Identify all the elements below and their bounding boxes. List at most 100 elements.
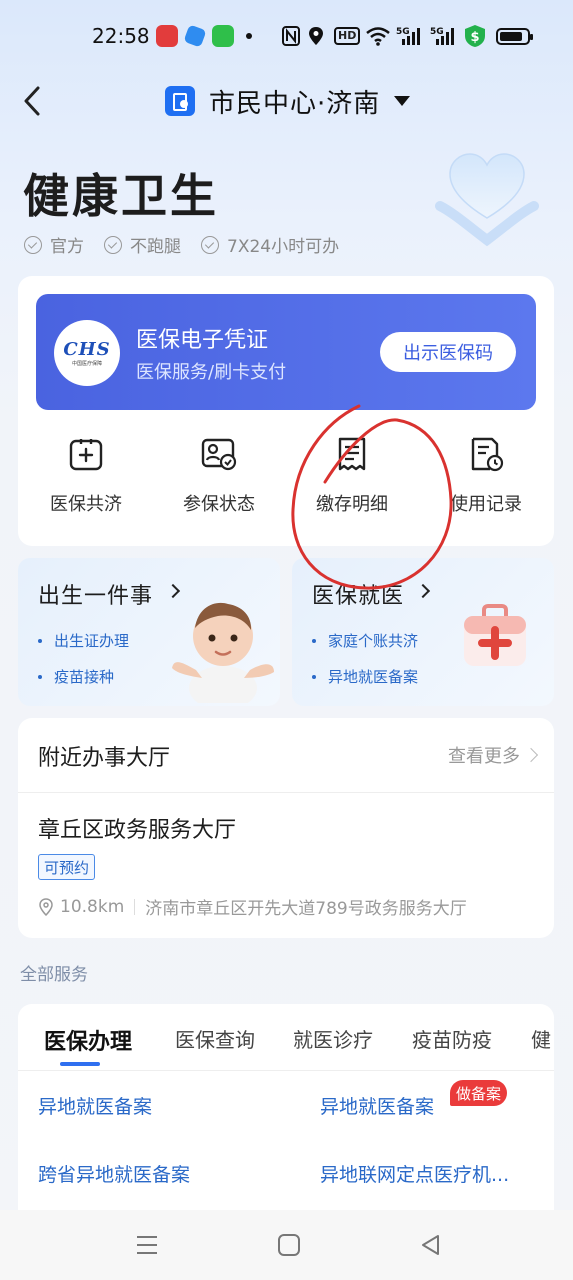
svg-text:5G: 5G	[396, 27, 410, 37]
status-time: 22:58	[92, 24, 150, 48]
promo-title: 出生一件事	[38, 584, 154, 609]
tag-no-trip: 不跑腿	[104, 232, 181, 257]
5g-signal-icon: 5G	[430, 24, 458, 48]
hall-address: 济南市章丘区开先大道789号政务服务大厅	[145, 899, 467, 919]
quick-actions: 医保共济 参保状态 缴存明细 使用记录	[18, 436, 554, 536]
heart-hands-illustration	[435, 153, 539, 247]
app-green-icon	[212, 24, 234, 48]
separator	[134, 898, 136, 915]
city-selector[interactable]: 市民中心·济南	[165, 82, 411, 120]
promo-link-birth-cert[interactable]: 出生证办理	[38, 630, 129, 651]
tab-medical-treatment[interactable]: 就医诊疗	[293, 1024, 373, 1053]
view-more-link[interactable]: 查看更多	[448, 742, 539, 768]
chevron-right-icon	[415, 583, 431, 599]
hall-name[interactable]: 章丘区政务服务大厅	[38, 812, 236, 844]
chevron-right-icon	[523, 747, 539, 763]
divider	[18, 792, 554, 793]
chs-logo: CHS 中国医疗保障	[54, 320, 120, 386]
wifi-icon	[366, 24, 390, 48]
quick-action-label: 使用记录	[450, 494, 522, 515]
tag-official: 官方	[24, 232, 84, 257]
chs-logo-sub: 中国医疗保障	[71, 361, 102, 367]
tag-24h: 7X24小时可办	[201, 232, 339, 257]
caret-down-icon	[394, 96, 411, 106]
service-item[interactable]: 异地联网定点医疗机...	[320, 1160, 509, 1187]
location-pin-icon	[39, 897, 53, 916]
section-title: 附近办事大厅	[38, 746, 171, 771]
chs-logo-text: CHS	[63, 339, 111, 360]
section-label-all-services: 全部服务	[20, 965, 88, 985]
divider	[18, 1070, 554, 1071]
quick-action-status[interactable]: 参保状态	[154, 436, 284, 516]
nearby-hall-card: 附近办事大厅 查看更多 章丘区政务服务大厅 可预约 10.8km 济南市章丘区开…	[18, 718, 554, 938]
page-title: 健康卫生	[23, 169, 219, 223]
tab-insurance-handling[interactable]: 医保办理	[44, 1024, 132, 1056]
nav-bar: 市民中心·济南	[0, 78, 573, 124]
document-clock-icon	[471, 437, 504, 472]
appointment-badge: 可预约	[38, 854, 96, 880]
banner-title: 医保电子凭证	[136, 328, 269, 353]
nfc-icon	[282, 24, 300, 48]
check-circle-icon	[104, 235, 122, 254]
check-circle-icon	[24, 235, 42, 254]
quick-action-label: 参保状态	[183, 494, 255, 515]
tab-vaccine[interactable]: 疫苗防疫	[412, 1024, 492, 1053]
quick-action-mutual-aid[interactable]: 医保共济	[21, 436, 151, 516]
check-circle-icon	[201, 235, 219, 254]
hd-label: HD	[334, 27, 361, 45]
status-bar: 22:58 HD 5G 5G $	[0, 0, 573, 72]
service-item[interactable]: 异地就医备案	[320, 1092, 434, 1119]
battery-icon	[496, 24, 533, 48]
feature-tags: 官方 不跑腿 7X24小时可办	[24, 232, 339, 257]
service-item[interactable]: 异地就医备案	[38, 1092, 152, 1119]
promo-link-vaccine[interactable]: 疫苗接种	[38, 666, 114, 687]
shield-dollar-icon: $	[464, 24, 486, 48]
tag-label: 7X24小时可办	[227, 237, 340, 257]
svg-text:$: $	[471, 30, 480, 45]
baby-image	[172, 602, 274, 703]
active-tab-indicator	[60, 1062, 100, 1066]
dot-icon	[246, 24, 252, 48]
quick-action-deposit-detail[interactable]: 缴存明细	[287, 436, 417, 516]
services-card: 医保办理 医保查询 就医诊疗 疫苗防疫 健 异地就医备案 异地就医备案 做备案 …	[18, 1004, 554, 1224]
back-triangle-icon[interactable]	[418, 1232, 444, 1258]
nav-title: 市民中心·济南	[209, 88, 381, 119]
back-arrow-icon[interactable]	[18, 84, 48, 118]
promo-medical[interactable]: 医保就医 家庭个账共济 异地就医备案	[292, 558, 554, 706]
service-badge: 做备案	[450, 1080, 508, 1106]
hall-meta: 10.8km 济南市章丘区开先大道789号政务服务大厅	[38, 894, 467, 919]
menu-icon[interactable]	[134, 1232, 160, 1258]
quick-action-usage-record[interactable]: 使用记录	[421, 436, 551, 516]
id-card-check-icon	[201, 438, 237, 471]
hd-icon: HD	[334, 24, 361, 48]
tag-label: 官方	[50, 237, 84, 257]
app-red-icon	[156, 24, 178, 48]
insurance-card: CHS 中国医疗保障 医保电子凭证 医保服务/刷卡支付 出示医保码 医保共济 参…	[18, 276, 554, 546]
promo-link-family-account[interactable]: 家庭个账共济	[312, 630, 418, 651]
city-service-icon	[165, 86, 195, 116]
quick-action-label: 医保共济	[50, 494, 122, 515]
view-more-label: 查看更多	[448, 746, 520, 767]
service-item[interactable]: 跨省异地就医备案	[38, 1160, 190, 1187]
medical-plus-icon	[69, 439, 103, 471]
hall-distance: 10.8km	[60, 896, 125, 917]
promo-title: 医保就医	[312, 584, 405, 609]
promo-link-remote-record[interactable]: 异地就医备案	[312, 666, 418, 687]
banner-subtitle: 医保服务/刷卡支付	[136, 362, 287, 383]
tag-label: 不跑腿	[130, 237, 181, 257]
5g-signal-icon: 5G	[396, 24, 424, 48]
svg-text:5G: 5G	[430, 27, 444, 37]
promo-birth[interactable]: 出生一件事 出生证办理 疫苗接种	[18, 558, 280, 706]
tab-insurance-query[interactable]: 医保查询	[175, 1024, 255, 1053]
tab-health[interactable]: 健	[531, 1024, 551, 1053]
location-icon	[308, 24, 324, 48]
first-aid-kit-image	[464, 604, 526, 666]
app-blue-icon	[183, 24, 207, 48]
e-voucher-banner[interactable]: CHS 中国医疗保障 医保电子凭证 医保服务/刷卡支付 出示医保码	[36, 294, 536, 410]
receipt-icon	[338, 437, 366, 471]
system-nav-bar	[0, 1210, 573, 1280]
quick-action-label: 缴存明细	[316, 494, 388, 515]
service-tabs: 医保办理 医保查询 就医诊疗 疫苗防疫 健	[18, 1004, 554, 1070]
home-square-icon[interactable]	[276, 1232, 302, 1258]
show-insurance-code-button[interactable]: 出示医保码	[380, 332, 516, 372]
